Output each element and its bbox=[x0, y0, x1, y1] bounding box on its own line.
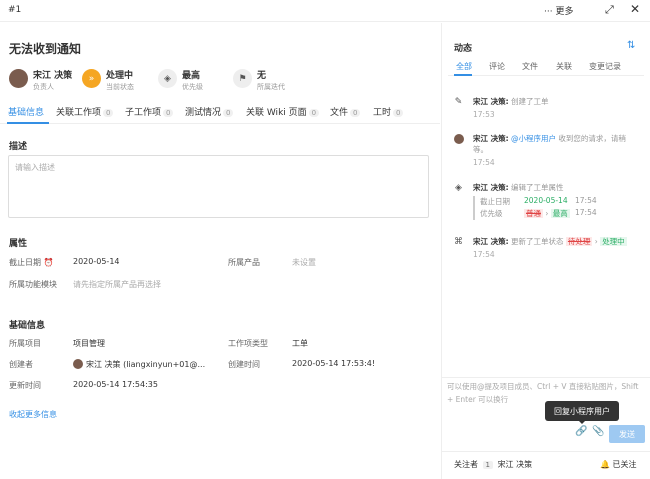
type-label: 工作项类型 bbox=[228, 339, 268, 348]
activity-tab-underline bbox=[454, 74, 472, 76]
layers-icon: ◈ bbox=[455, 182, 462, 193]
tooltip-arrow bbox=[578, 420, 586, 424]
creator-value: 宋江 决策 (liangxinyun+01@... bbox=[73, 359, 205, 370]
tab-files[interactable]: 文件 0 bbox=[330, 105, 361, 118]
description-input[interactable]: 请输入描述 bbox=[8, 155, 429, 218]
change-time: 17:54 bbox=[575, 208, 597, 217]
tab-test[interactable]: 测试情况 0 bbox=[185, 105, 234, 118]
detail-tabs: 基础信息 关联工作项 0 子工作项 0 测试情况 0 关联 Wiki 页面 0 文件 0 … bbox=[0, 102, 440, 124]
updated-label: 更新时间 bbox=[9, 381, 41, 390]
tab-wiki[interactable]: 关联 Wiki 页面 0 bbox=[246, 105, 320, 118]
close-icon[interactable]: ✕ bbox=[630, 2, 640, 16]
activity-time: 17:54 bbox=[473, 250, 495, 259]
send-button[interactable]: 发送 bbox=[609, 425, 645, 443]
top-bar: #1 ··· 更多 ⤢ ✕ bbox=[0, 0, 650, 22]
activity-line: 宋江 决策: 创建了工单 bbox=[473, 97, 549, 106]
change-label: 优先级 bbox=[480, 209, 503, 218]
issue-id: #1 bbox=[8, 5, 22, 15]
change-label: 截止日期 bbox=[480, 197, 510, 206]
project-value: 项目管理 bbox=[73, 339, 105, 348]
change-value: 普通 › 最高 bbox=[524, 209, 570, 218]
link-icon[interactable]: 🔗 bbox=[575, 426, 587, 437]
tab-basic-info[interactable]: 基础信息 bbox=[8, 105, 44, 118]
tab-worktime[interactable]: 工时 0 bbox=[373, 105, 404, 118]
module-value[interactable]: 请先指定所属产品再选择 bbox=[73, 279, 161, 290]
workflow-icon: ⌘ bbox=[454, 236, 463, 247]
activity-tab-files[interactable]: 文件 bbox=[522, 61, 538, 72]
tab-sub-items[interactable]: 子工作项 0 bbox=[125, 105, 174, 118]
avatar bbox=[453, 133, 464, 144]
description-placeholder: 请输入描述 bbox=[15, 163, 55, 172]
created-label: 创建时间 bbox=[228, 360, 260, 369]
due-date-label: 截止日期 ⏰ bbox=[9, 258, 54, 267]
panel-divider bbox=[441, 23, 442, 479]
expand-icon[interactable]: ⤢ bbox=[605, 3, 614, 17]
sort-icon[interactable]: ⇅ bbox=[627, 40, 635, 51]
activity-tabs-line bbox=[448, 75, 644, 76]
project-label: 所属项目 bbox=[9, 339, 41, 348]
more-button[interactable]: ··· 更多 bbox=[544, 4, 573, 17]
bell-icon: 🔔 bbox=[600, 460, 610, 469]
follow-button[interactable]: 🔔 已关注 bbox=[600, 459, 637, 470]
watchers[interactable]: 关注者 1 宋江 决策 bbox=[454, 459, 532, 470]
flag-icon: ⚑ bbox=[233, 69, 252, 88]
activity-time: 17:53 bbox=[473, 110, 495, 119]
change-time: 17:54 bbox=[575, 196, 597, 205]
avatar bbox=[73, 359, 83, 369]
product-value[interactable]: 未设置 bbox=[292, 257, 316, 268]
activity-tab-all[interactable]: 全部 bbox=[456, 61, 472, 72]
properties-title: 属性 bbox=[9, 239, 28, 249]
activity-tab-changes[interactable]: 变更记录 bbox=[589, 61, 621, 72]
footer-divider bbox=[442, 451, 650, 452]
due-date-value[interactable]: 2020-05-14 bbox=[73, 257, 120, 266]
module-label: 所属功能模块 bbox=[9, 280, 57, 289]
clock-icon: ⏰ bbox=[43, 258, 54, 267]
comment-divider bbox=[442, 377, 650, 378]
activity-time: 17:54 bbox=[473, 158, 495, 167]
reply-tooltip: 回复小程序用户 bbox=[545, 401, 619, 421]
tab-related-items[interactable]: 关联工作项 0 bbox=[56, 105, 114, 118]
avatar bbox=[9, 69, 28, 88]
activity-tab-comments[interactable]: 评论 bbox=[489, 61, 505, 72]
updated-value: 2020-05-14 17:54:35 bbox=[73, 380, 158, 389]
creator-label: 创建者 bbox=[9, 360, 33, 369]
description-title: 描述 bbox=[9, 142, 28, 152]
issue-title[interactable]: 无法收到通知 bbox=[9, 40, 81, 57]
activity-line: 宋江 决策: @小程序用户 收到您的请求，请稍 bbox=[473, 134, 626, 143]
product-label: 所属产品 bbox=[228, 258, 260, 267]
change-value: 2020-05-14 bbox=[524, 196, 568, 205]
created-value: 2020-05-14 17:53:4! bbox=[292, 359, 376, 368]
attachment-icon[interactable]: 📎 bbox=[592, 426, 604, 437]
activity-line: 宋江 决策: 编辑了工单属性 bbox=[473, 183, 564, 192]
activity-title: 动态 bbox=[454, 44, 473, 54]
collapse-link[interactable]: 收起更多信息 bbox=[9, 409, 57, 420]
status-icon: » bbox=[82, 69, 101, 88]
basic-info-title: 基础信息 bbox=[9, 321, 46, 331]
type-value: 工单 bbox=[292, 339, 308, 348]
tab-underline bbox=[7, 122, 49, 124]
activity-line-cont: 等。 bbox=[473, 145, 488, 154]
priority-icon: ◈ bbox=[158, 69, 177, 88]
activity-line: 宋江 决策: 更新了工单状态 待处理 › 处理中 bbox=[473, 237, 627, 246]
activity-tab-relations[interactable]: 关联 bbox=[556, 61, 572, 72]
edit-icon: ✎ bbox=[454, 96, 463, 107]
change-indicator bbox=[473, 196, 475, 220]
